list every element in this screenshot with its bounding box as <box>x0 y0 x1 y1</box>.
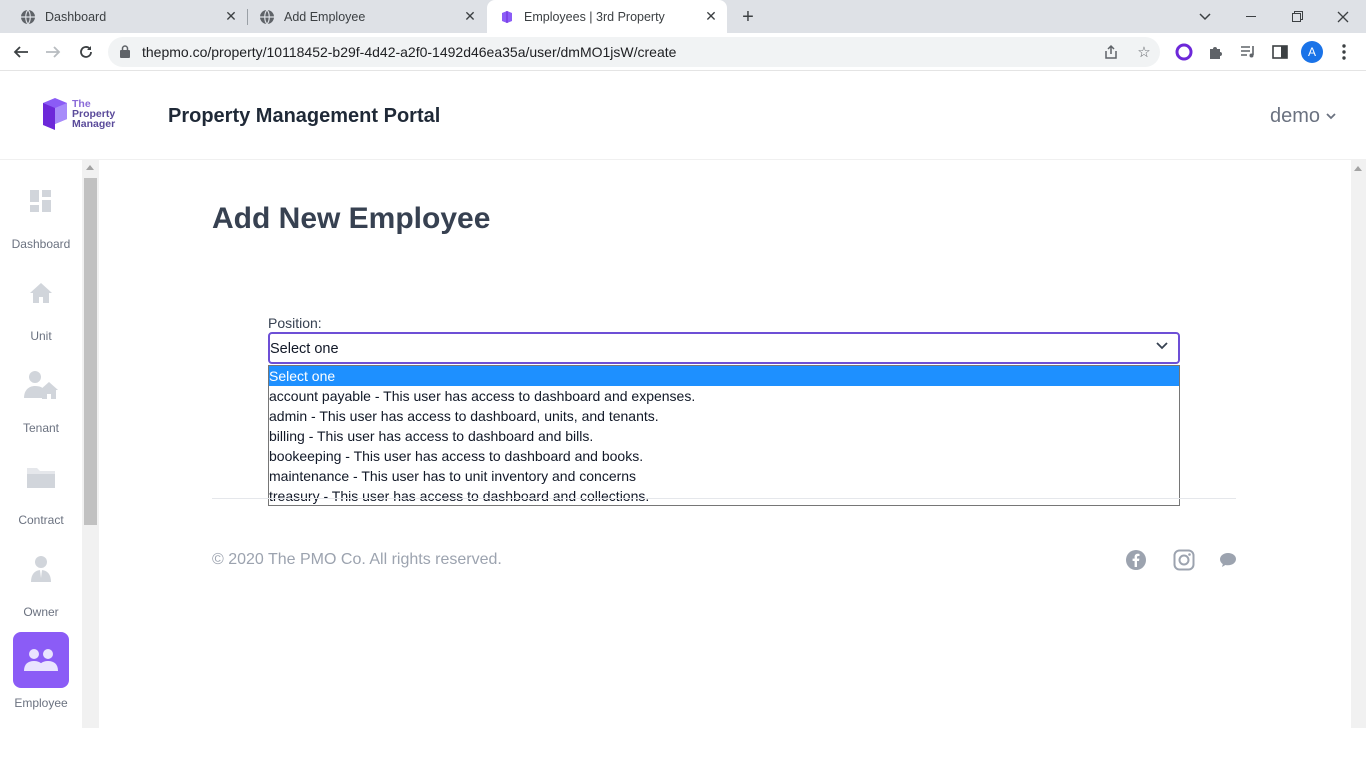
sidebar-item-contract[interactable]: Contract <box>0 449 82 527</box>
browser-menu-icon[interactable] <box>1334 42 1354 62</box>
employee-icon <box>13 632 69 688</box>
position-option[interactable]: bookeeping - This user has access to das… <box>269 446 1179 466</box>
dashboard-icon <box>13 173 69 229</box>
folder-icon <box>13 449 69 505</box>
media-queue-icon[interactable] <box>1238 42 1258 62</box>
forward-icon[interactable] <box>42 41 64 63</box>
address-bar[interactable]: thepmo.co/property/10118452-b29f-4d42-a2… <box>108 37 1160 67</box>
bookmark-star-icon[interactable]: ☆ <box>1135 43 1153 61</box>
logo-line: Manager <box>72 118 116 130</box>
instagram-icon[interactable] <box>1172 548 1196 572</box>
chat-icon[interactable] <box>1216 548 1240 572</box>
chevron-down-icon <box>1326 113 1336 120</box>
scroll-up-arrow-icon[interactable] <box>86 165 94 170</box>
page-title: Add New Employee <box>212 202 491 235</box>
main-content: Add New Employee Position: Select one Se… <box>99 160 1351 728</box>
browser-tab-add-employee[interactable]: Add Employee ✕ <box>239 0 486 33</box>
pmo-logo[interactable]: The Property Manager <box>42 97 115 131</box>
sidebar-scrollbar[interactable] <box>82 160 99 728</box>
scrollbar-thumb[interactable] <box>84 178 97 525</box>
tab-title: Dashboard <box>45 9 107 24</box>
sidebar-item-tenant[interactable]: Tenant <box>0 357 82 435</box>
back-icon[interactable] <box>10 41 32 63</box>
user-menu[interactable]: demo <box>1270 105 1336 128</box>
sidebar-item-dashboard[interactable]: Dashboard <box>0 173 82 251</box>
close-tab-icon[interactable]: ✕ <box>462 8 478 24</box>
main-scrollbar[interactable] <box>1351 160 1366 728</box>
owner-icon <box>13 541 69 597</box>
browser-tab-bar: Dashboard ✕ Add Employee ✕ Employees | 3… <box>0 0 1366 33</box>
globe-icon <box>259 9 275 25</box>
browser-tab-dashboard[interactable]: Dashboard ✕ <box>0 0 247 33</box>
new-tab-icon[interactable]: + <box>737 6 759 28</box>
position-option[interactable]: treasury - This user has access to dashb… <box>269 486 1179 506</box>
chevron-down-icon <box>1156 342 1168 350</box>
sidebar-item-label: Contract <box>18 513 64 527</box>
close-tab-icon[interactable]: ✕ <box>223 8 239 24</box>
tab-title: Employees | 3rd Property <box>524 9 665 24</box>
facebook-icon[interactable] <box>1124 548 1148 572</box>
position-option[interactable]: billing - This user has access to dashbo… <box>269 426 1179 446</box>
close-tab-icon[interactable]: ✕ <box>703 8 719 24</box>
sidebar-item-unit[interactable]: Unit <box>0 265 82 343</box>
position-option[interactable]: admin - This user has access to dashboar… <box>269 406 1179 426</box>
restore-icon[interactable] <box>1274 0 1320 33</box>
globe-icon <box>20 9 36 25</box>
position-option[interactable]: Select one <box>269 366 1179 386</box>
sidebar-item-owner[interactable]: Owner <box>0 541 82 619</box>
extension-circle-icon[interactable] <box>1174 42 1194 62</box>
sidebar-item-label: Dashboard <box>11 237 71 251</box>
extensions-puzzle-icon[interactable] <box>1206 42 1226 62</box>
bottom-strip <box>0 728 1366 768</box>
tab-title: Add Employee <box>284 9 366 24</box>
position-label: Position: <box>268 315 322 331</box>
browser-tab-employees[interactable]: Employees | 3rd Property ✕ <box>487 0 727 33</box>
browser-toolbar: thepmo.co/property/10118452-b29f-4d42-a2… <box>0 33 1366 71</box>
position-select-value: Select one <box>270 341 339 357</box>
logo-wordmark: The Property Manager <box>72 99 116 130</box>
tab-search-icon[interactable] <box>1182 0 1228 33</box>
side-panel-icon[interactable] <box>1270 42 1290 62</box>
position-option[interactable]: account payable - This user has access t… <box>269 386 1179 406</box>
pmo-favicon-icon <box>499 9 515 25</box>
tenant-icon <box>13 357 69 413</box>
footer-divider <box>212 498 1236 499</box>
profile-avatar[interactable]: A <box>1301 41 1323 63</box>
close-window-icon[interactable] <box>1320 0 1366 33</box>
sidebar-item-label: Employee <box>14 696 68 710</box>
lock-icon <box>120 45 130 63</box>
home-icon <box>13 265 69 321</box>
share-icon[interactable] <box>1102 43 1120 61</box>
scroll-up-arrow-icon[interactable] <box>1354 166 1362 171</box>
sidebar-item-label: Owner <box>23 605 59 619</box>
position-option[interactable]: maintenance - This user has to unit inve… <box>269 466 1179 486</box>
sidebar-item-employee[interactable]: Employee <box>0 632 82 710</box>
position-dropdown-list: Select one account payable - This user h… <box>268 365 1180 506</box>
pmo-logo-icon <box>43 98 67 130</box>
app-title: Property Management Portal <box>168 105 441 127</box>
minimize-icon[interactable] <box>1228 0 1274 33</box>
footer-copyright: © 2020 The PMO Co. All rights reserved. <box>212 551 502 568</box>
reload-icon[interactable] <box>75 41 97 63</box>
app-header: The Property Manager Property Management… <box>0 71 1366 160</box>
url-text: thepmo.co/property/10118452-b29f-4d42-a2… <box>142 44 677 60</box>
sidebar: Dashboard Unit Tenant Contract Owner Emp… <box>0 160 82 728</box>
sidebar-item-label: Tenant <box>22 421 60 435</box>
position-select[interactable]: Select one <box>268 332 1180 364</box>
sidebar-item-label: Unit <box>30 329 52 343</box>
user-name: demo <box>1269 105 1320 127</box>
